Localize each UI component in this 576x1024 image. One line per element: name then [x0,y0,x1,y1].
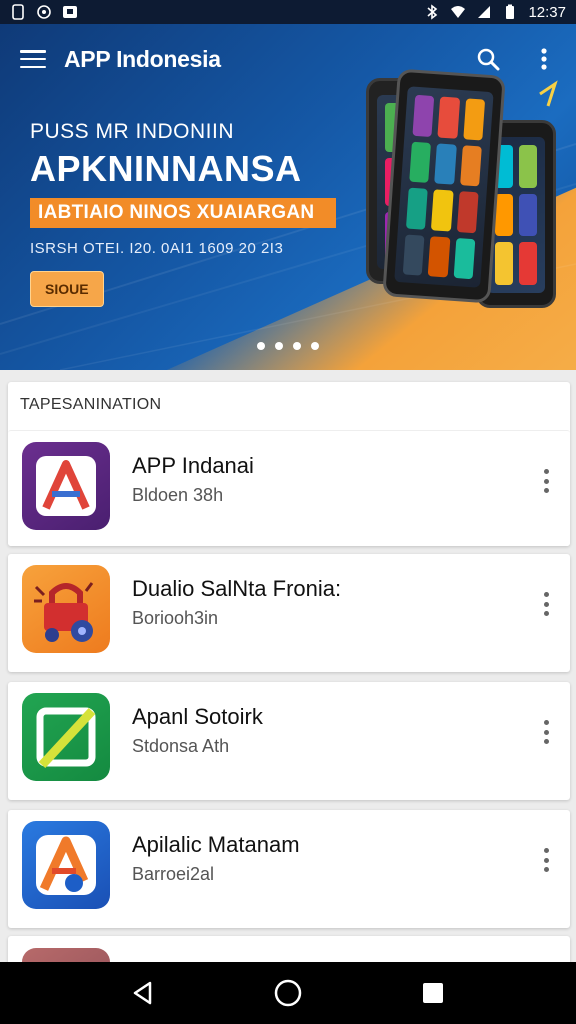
back-icon[interactable] [123,973,163,1013]
carousel-dot-4[interactable] [311,342,319,350]
hero-cta-button[interactable]: SIOUE [30,271,104,307]
hero-banner[interactable]: APP Indonesia PUSS MR INDONIIN APKNINNAN… [0,24,576,370]
app-name: APP Indanai [132,453,254,478]
hero-phones-illustration [366,68,556,312]
app-subtitle: Barroei2al [132,864,215,884]
section-title: TAPESANINATION [20,396,162,413]
letter-a-blue-icon [22,821,110,909]
overflow-menu-icon[interactable] [536,716,556,748]
hero-meta: ISRSH OTEI. I20. 0AI1 1609 20 2I3 [30,240,284,257]
carousel-dot-1[interactable] [257,342,265,350]
hamburger-menu-icon[interactable] [18,47,48,71]
app-name: Apilalic Matanam [132,832,300,857]
app-subtitle: Bldoen 38h [132,485,224,505]
list-item[interactable]: Apanl Sotoirk Stdonsa Ath [8,682,570,800]
hero-headline: APKNINNANSA [30,148,302,189]
overflow-menu-icon[interactable] [536,588,556,620]
hero-band: IABTIAIO NINOS XUAIARGAN [30,198,336,228]
list-item[interactable]: Dualio SalNta Fronia: Boriooh3in [8,554,570,672]
carousel-dots [0,342,576,350]
list-item[interactable]: Apilalic Matanam Barroei2al [8,810,570,928]
carousel-dot-2[interactable] [275,342,283,350]
phone-notification-icon [12,4,24,20]
media-icon [63,6,77,18]
status-time: 12:37 [528,3,566,21]
overflow-menu-icon[interactable] [530,45,558,73]
app-name: Dualio SalNta Fronia: [132,576,342,601]
status-bar: 12:37 [0,0,576,24]
carousel-dot-3[interactable] [293,342,301,350]
list-item[interactable]: APP Indanai Bldoen 38h [8,430,570,546]
phone-front [382,68,506,304]
overflow-menu-icon[interactable] [536,465,556,497]
app-subtitle: Boriooh3in [132,608,219,628]
wifi-icon [451,6,466,18]
app-name: Apanl Sotoirk [132,704,263,729]
battery-icon [506,4,515,19]
home-icon[interactable] [268,973,308,1013]
green-slash-icon [22,693,110,781]
search-icon[interactable] [474,45,502,73]
bluetooth-icon [427,4,438,20]
signal-icon [478,6,491,18]
overflow-menu-icon[interactable] [536,844,556,876]
letter-a-purple-icon [22,442,110,530]
hero-kicker: PUSS MR INDONIIN [30,120,235,143]
hero-text-block: PUSS MR INDONIIN APKNINNANSA IABTIAIO NI… [30,120,336,307]
app-title: APP Indonesia [64,45,221,72]
alarm-icon [37,5,51,19]
system-nav-bar [0,962,576,1024]
app-bar: APP Indonesia [0,24,576,94]
app-subtitle: Stdonsa Ath [132,736,230,756]
recents-icon[interactable] [413,973,453,1013]
lock-truck-orange-icon [22,565,110,653]
